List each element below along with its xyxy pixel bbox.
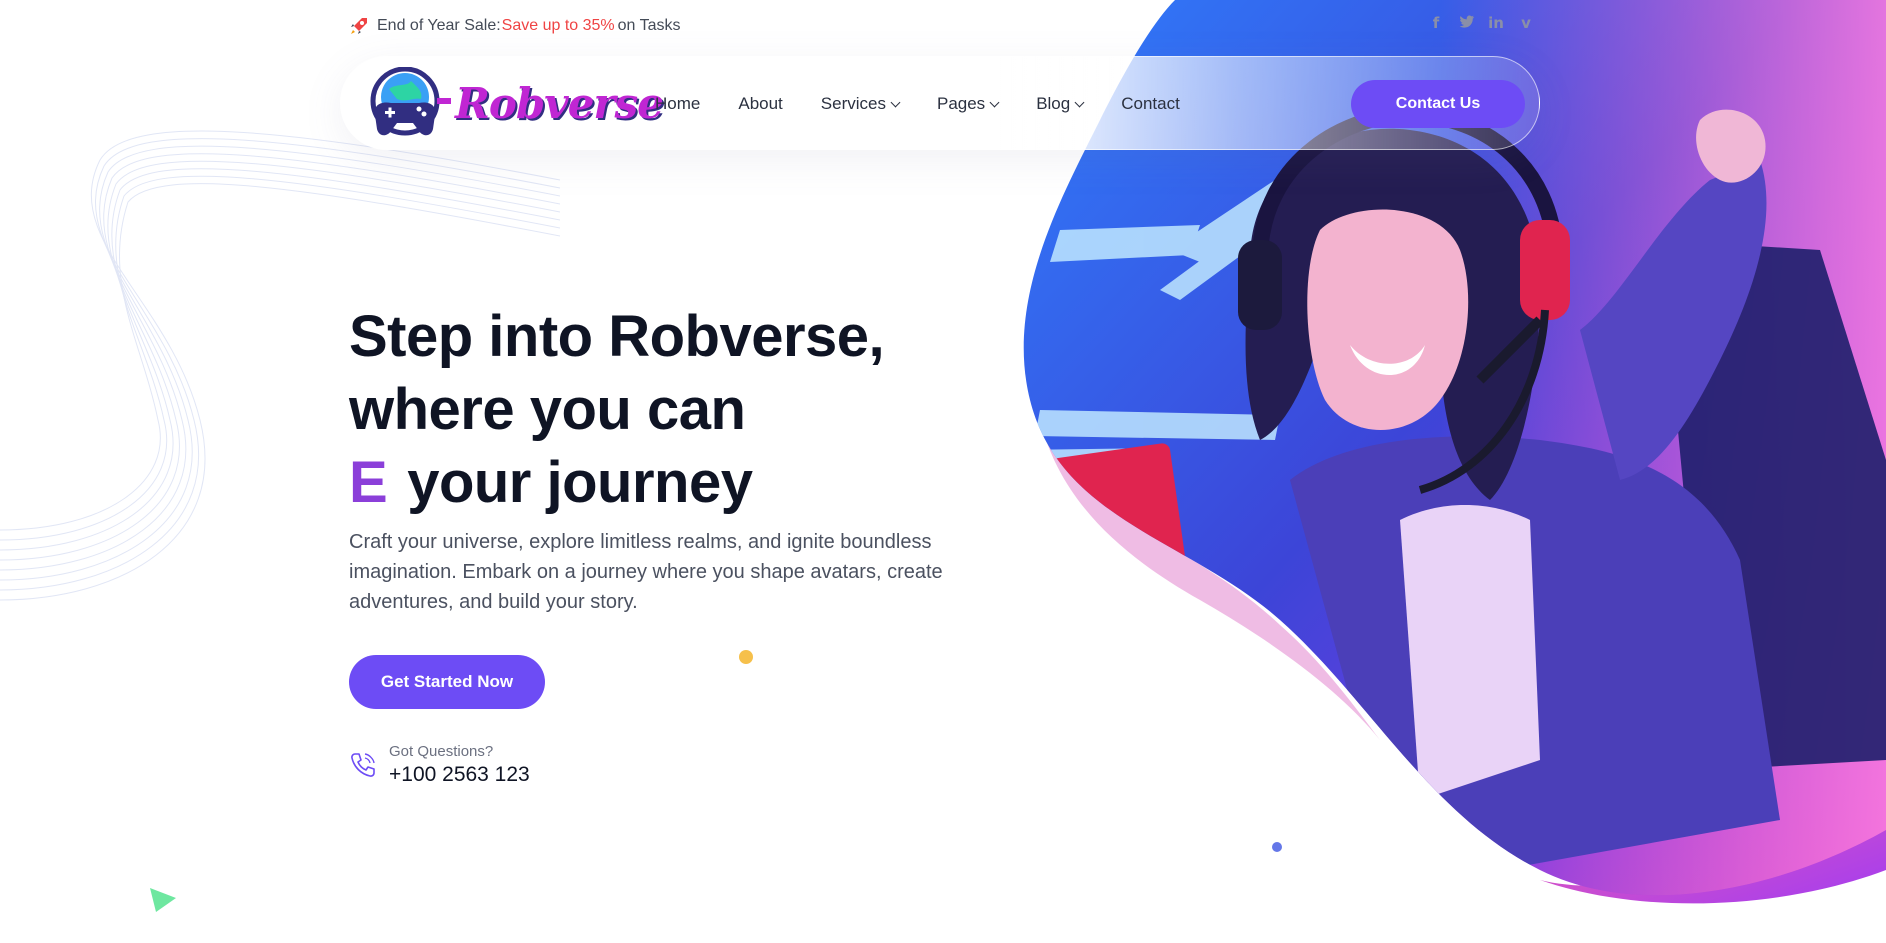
brand-logo[interactable]: Robverse (367, 67, 664, 143)
nav-item-label: Blog (1036, 94, 1071, 113)
nav-item-home[interactable]: Home (655, 94, 700, 114)
nav-item-label: Home (655, 94, 701, 113)
hero-title-animated-word: E (349, 450, 388, 515)
nav-item-blog[interactable]: Blog (1036, 94, 1085, 114)
top-announcement-bar: End of Year Sale: Save up to 35% on Task… (349, 14, 1534, 38)
contact-question: Got Questions? (389, 743, 494, 760)
nav-item-label: Services (820, 94, 886, 113)
vimeo-icon[interactable]: v (1518, 14, 1534, 32)
contact-info: Got Questions? +100 2563 123 (349, 743, 1009, 787)
social-links: f in v (1428, 14, 1534, 32)
promo-suffix: on Tasks (617, 17, 681, 34)
hero-title-line-2: where you can (349, 377, 746, 442)
hero-title-line-1: Step into Robverse, (349, 304, 885, 369)
hero-section: Step into Robverse, where you can Eyour … (349, 300, 1009, 787)
rocket-icon (351, 18, 367, 34)
nav-menu: Home About Services Pages Blog Contact (655, 57, 1218, 151)
chevron-down-icon (1074, 97, 1085, 107)
contact-us-button[interactable]: Contact Us (1351, 80, 1525, 128)
brand-wordmark: Robverse (455, 79, 664, 128)
nav-item-label: About (738, 94, 783, 113)
nav-item-services[interactable]: Services (820, 94, 901, 114)
hero-title: Step into Robverse, where you can Eyour … (349, 300, 1009, 519)
twitter-icon[interactable] (1458, 14, 1474, 32)
hero-description: Craft your universe, explore limitless r… (349, 531, 943, 613)
hero-title-line-3: Eyour journey (349, 446, 1009, 519)
linkedin-icon[interactable]: in (1488, 14, 1504, 32)
contact-text: Got Questions? +100 2563 123 (389, 743, 530, 787)
facebook-icon[interactable]: f (1428, 14, 1444, 32)
hero-title-line-3-text: your journey (407, 450, 753, 515)
nav-item-label: Pages (936, 94, 986, 113)
main-navbar: Robverse Home About Services Pages Blog … (340, 56, 1540, 150)
nav-item-about[interactable]: About (738, 94, 782, 114)
get-started-button[interactable]: Get Started Now (349, 655, 545, 709)
nav-item-label: Contact (1121, 94, 1180, 113)
contact-phone-number[interactable]: +100 2563 123 (389, 763, 530, 787)
nav-item-contact[interactable]: Contact (1121, 94, 1180, 114)
promo-prefix: End of Year Sale: (377, 17, 501, 34)
nav-item-pages[interactable]: Pages (936, 94, 1000, 114)
gamepad-globe-icon (370, 67, 451, 136)
phone-icon (351, 753, 375, 777)
decorative-triangle (150, 888, 176, 912)
promo-banner: End of Year Sale: Save up to 35% on Task… (349, 16, 680, 36)
chevron-down-icon (890, 97, 901, 107)
chevron-down-icon (989, 97, 1000, 107)
promo-highlight[interactable]: Save up to 35% (502, 17, 615, 35)
decorative-dot-blue (1272, 842, 1282, 852)
